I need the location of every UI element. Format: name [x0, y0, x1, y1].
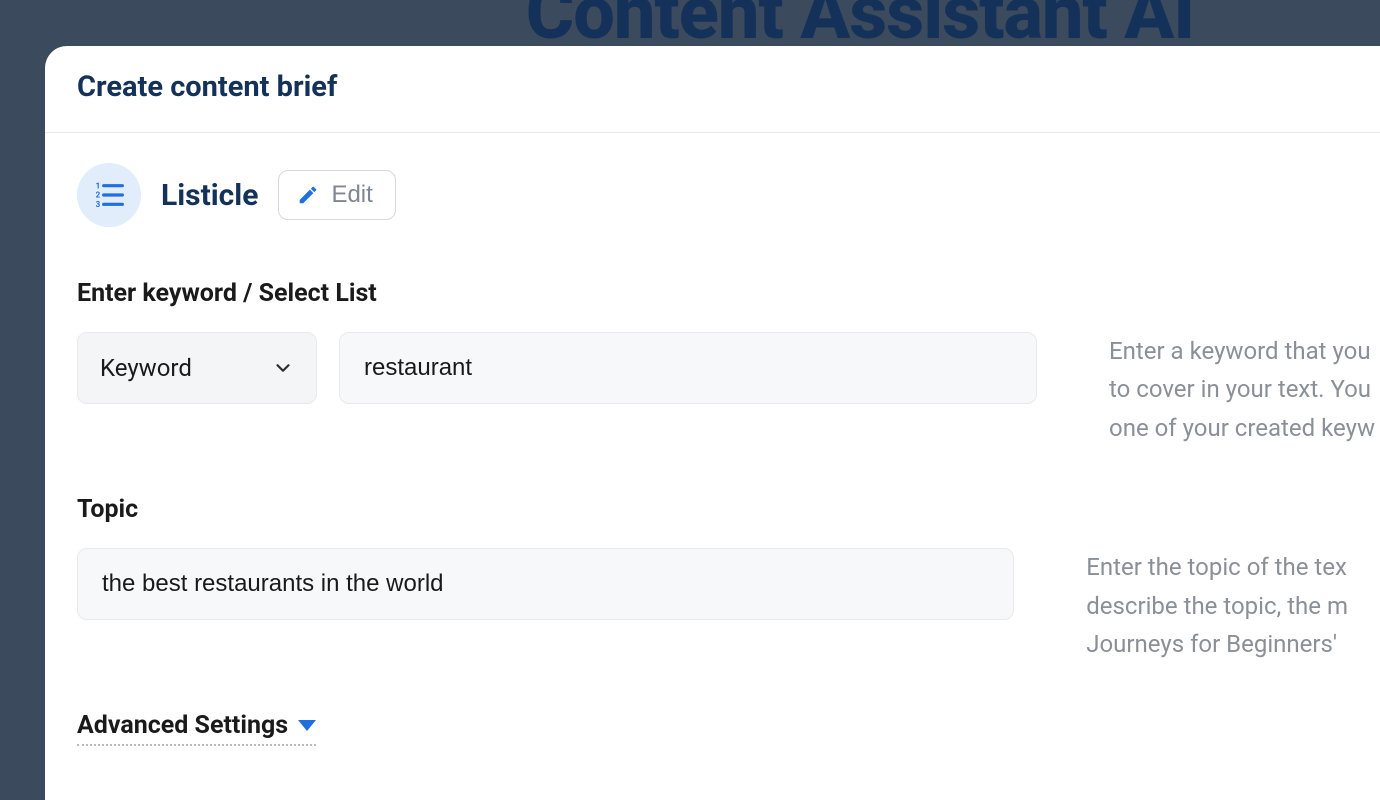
advanced-settings-toggle[interactable]: Advanced Settings	[77, 711, 316, 746]
topic-section: Topic Enter the topic of the tex describ…	[77, 495, 1348, 663]
content-type-icon-wrap: 1 2 3	[77, 163, 141, 227]
svg-text:1: 1	[96, 181, 101, 190]
panel-title: Create content brief	[77, 70, 1348, 104]
chevron-down-icon	[272, 357, 294, 379]
keyword-label: Enter keyword / Select List	[77, 279, 1348, 308]
topic-label: Topic	[77, 495, 1348, 524]
svg-text:3: 3	[96, 200, 101, 209]
keyword-section: Enter keyword / Select List Keyword Ente…	[77, 279, 1348, 447]
keyword-type-select[interactable]: Keyword	[77, 332, 317, 404]
content-brief-panel: Create content brief 1 2 3 Listicle Edit	[45, 46, 1380, 800]
keyword-type-value: Keyword	[100, 354, 192, 382]
content-type-row: 1 2 3 Listicle Edit	[77, 163, 1348, 227]
advanced-settings-label: Advanced Settings	[77, 711, 288, 740]
panel-body: 1 2 3 Listicle Edit Enter keyword / Sele…	[45, 133, 1380, 746]
svg-text:2: 2	[96, 191, 101, 200]
topic-input[interactable]	[77, 548, 1014, 620]
list-icon: 1 2 3	[93, 179, 125, 211]
keyword-help-text: Enter a keyword that you to cover in you…	[1109, 332, 1375, 447]
keyword-input[interactable]	[339, 332, 1037, 404]
edit-button-label: Edit	[331, 181, 372, 209]
panel-header: Create content brief	[45, 46, 1380, 133]
pencil-icon	[297, 184, 319, 206]
edit-content-type-button[interactable]: Edit	[278, 170, 395, 220]
content-type-name: Listicle	[161, 178, 258, 213]
caret-down-icon	[298, 720, 316, 731]
topic-help-text: Enter the topic of the tex describe the …	[1086, 548, 1348, 663]
